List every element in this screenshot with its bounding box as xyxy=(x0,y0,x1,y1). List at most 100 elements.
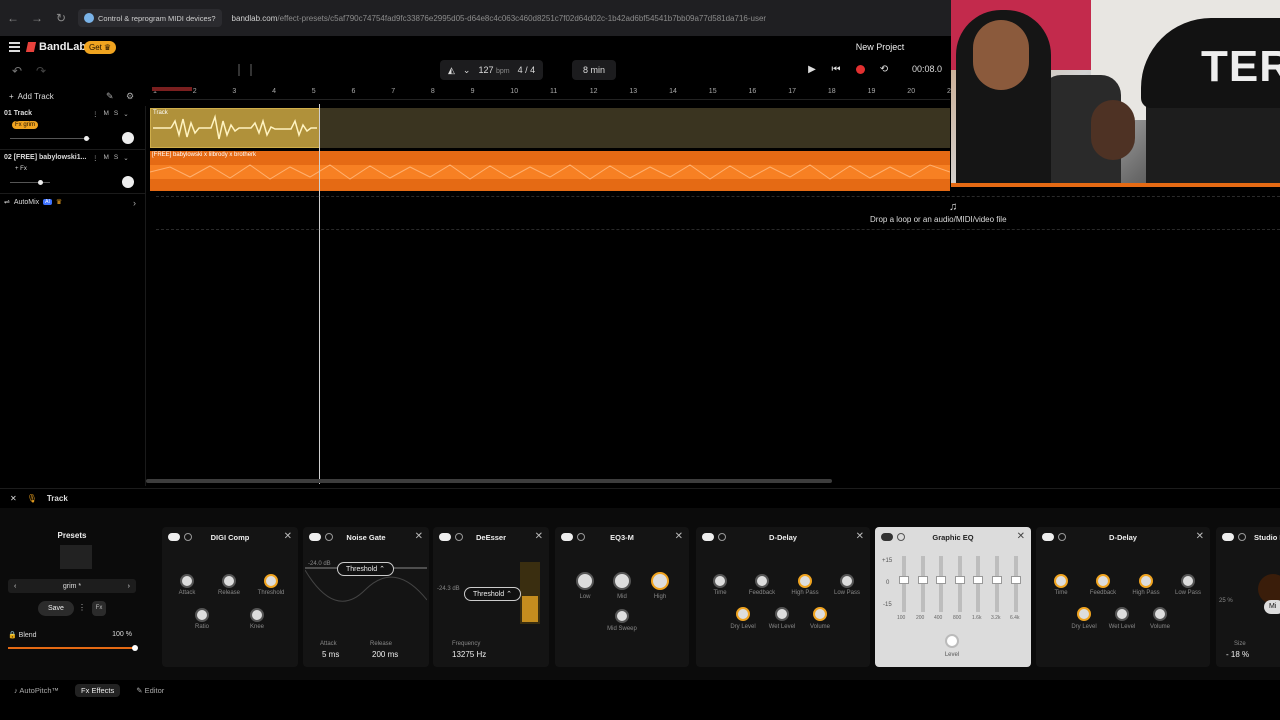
volume-knob[interactable] xyxy=(813,607,827,621)
dry-level-knob[interactable] xyxy=(1077,607,1091,621)
mute-button[interactable]: M xyxy=(104,110,109,118)
track-header[interactable]: 01 Track Fx grim ⋮ M S ⌄ xyxy=(0,106,146,150)
fader-handle[interactable] xyxy=(973,576,983,584)
fader-handle[interactable] xyxy=(918,576,928,584)
edit-icon[interactable]: ✎ xyxy=(106,91,114,102)
eq-band-fader[interactable] xyxy=(955,556,965,612)
close-icon[interactable]: ✕ xyxy=(856,531,864,542)
fader-handle[interactable] xyxy=(936,576,946,584)
save-preset-button[interactable]: Save xyxy=(38,601,74,616)
fx-icon[interactable]: Fx xyxy=(92,601,106,616)
fx-card-d-delay[interactable]: D-Delay ✕ xyxy=(696,527,870,667)
loop-icon[interactable]: ⟲ xyxy=(877,62,891,76)
volume-slider[interactable] xyxy=(10,180,50,185)
timeline-ruler[interactable]: 1 2 3 4 5 6 7 8 9 10 11 12 13 14 15 16 17 18 19 20 2 xyxy=(150,86,951,100)
eq-band-fader[interactable] xyxy=(973,556,983,612)
knee-knob[interactable] xyxy=(250,608,264,622)
more-icon[interactable]: ⋮ xyxy=(92,154,99,162)
tab-autopitch[interactable]: ♪ AutoPitch™ xyxy=(14,686,59,695)
mid-sweep-knob[interactable] xyxy=(615,609,629,623)
close-icon[interactable]: ✕ xyxy=(284,531,292,542)
back-icon[interactable]: ← xyxy=(6,11,20,25)
project-length[interactable]: 8 min xyxy=(572,60,616,80)
eq-band-fader[interactable] xyxy=(918,556,928,612)
solo-button[interactable]: S xyxy=(114,154,118,162)
fader-handle[interactable] xyxy=(1011,576,1021,584)
ratio-knob[interactable] xyxy=(195,608,209,622)
tab-editor[interactable]: ✎ Editor xyxy=(136,686,164,695)
volume-handle[interactable] xyxy=(84,136,89,141)
mute-button[interactable]: M xyxy=(104,154,109,162)
settings-icon[interactable]: ⚙ xyxy=(126,91,134,102)
automix-row[interactable]: ⇌ AutoMix AI ♛ xyxy=(4,198,62,207)
threshold-button[interactable]: Threshold ⌃ xyxy=(337,562,394,576)
volume-slider[interactable] xyxy=(10,136,90,141)
url-field[interactable]: bandlab.com/effect-presets/c5af790c74754… xyxy=(232,14,767,23)
eq-band-fader[interactable] xyxy=(936,556,946,612)
chevron-right-icon[interactable]: › xyxy=(133,198,136,208)
midi-extension-chip[interactable]: Control & reprogram MIDI devices? xyxy=(78,9,222,27)
pan-knob[interactable] xyxy=(122,176,134,188)
horizontal-scrollbar[interactable] xyxy=(146,479,832,483)
volume-knob[interactable] xyxy=(1153,607,1167,621)
low-pass-knob[interactable] xyxy=(1181,574,1195,588)
close-icon[interactable]: ✕ xyxy=(10,494,17,503)
add-track-button[interactable]: + Add Track xyxy=(9,92,54,101)
reload-icon[interactable]: ↻ xyxy=(54,11,68,25)
redo-icon[interactable]: ↷ xyxy=(36,64,46,78)
volume-handle[interactable] xyxy=(38,180,43,185)
blend-slider[interactable] xyxy=(8,645,138,651)
level-knob[interactable] xyxy=(945,634,959,648)
feedback-knob[interactable] xyxy=(755,574,769,588)
wet-level-knob[interactable] xyxy=(775,607,789,621)
project-title[interactable]: New Project xyxy=(840,42,920,52)
fx-badge[interactable]: Fx grim xyxy=(12,121,38,129)
track-name[interactable]: 02 [FREE] babylowski1... xyxy=(4,154,86,161)
blend-handle[interactable] xyxy=(132,645,138,651)
undo-icon[interactable]: ↶ xyxy=(12,64,22,78)
low-knob[interactable] xyxy=(576,572,594,590)
power-toggle[interactable] xyxy=(1222,533,1234,541)
attack-value[interactable]: 5 ms xyxy=(322,650,339,659)
preset-thumbnail[interactable] xyxy=(60,545,92,569)
info-icon[interactable] xyxy=(1238,533,1246,541)
eq-band-fader[interactable] xyxy=(899,556,909,612)
add-fx-button[interactable]: + Fx xyxy=(12,165,30,173)
high-knob[interactable] xyxy=(651,572,669,590)
time-signature[interactable]: 4 / 4 xyxy=(518,65,536,75)
low-pass-knob[interactable] xyxy=(840,574,854,588)
close-icon[interactable]: ✕ xyxy=(1017,531,1025,542)
fx-card-digi-comp[interactable]: DIGI Comp ✕ xyxy=(162,527,298,667)
high-pass-knob[interactable] xyxy=(798,574,812,588)
record-button[interactable] xyxy=(853,62,867,76)
loop-region[interactable] xyxy=(152,87,192,91)
threshold-button[interactable]: Threshold ⌃ xyxy=(464,587,521,601)
chevron-left-icon[interactable]: ‹ xyxy=(14,583,16,590)
pan-knob[interactable] xyxy=(122,132,134,144)
solo-button[interactable]: S xyxy=(114,110,118,118)
tempo-control[interactable]: ◭ ⌄ 127 bpm 4 / 4 xyxy=(440,60,544,80)
eq-band-fader[interactable] xyxy=(1011,556,1021,612)
metronome-icon[interactable]: ◭ xyxy=(448,65,455,76)
play-icon[interactable]: ▶ xyxy=(805,62,819,76)
eq-band-fader[interactable] xyxy=(992,556,1002,612)
chevron-down-icon[interactable]: ⌄ xyxy=(463,65,471,76)
close-icon[interactable]: ✕ xyxy=(535,531,543,542)
time-knob[interactable] xyxy=(1054,574,1068,588)
grid-icon[interactable] xyxy=(238,64,252,76)
fader-handle[interactable] xyxy=(899,576,909,584)
close-icon[interactable]: ✕ xyxy=(1196,531,1204,542)
more-icon[interactable]: ⋮ xyxy=(92,110,99,118)
audio-clip[interactable]: Track xyxy=(150,108,320,148)
fader-handle[interactable] xyxy=(992,576,1002,584)
release-value[interactable]: 200 ms xyxy=(372,650,398,659)
feedback-knob[interactable] xyxy=(1096,574,1110,588)
dry-level-knob[interactable] xyxy=(736,607,750,621)
chevron-right-icon[interactable]: › xyxy=(128,583,130,590)
drop-zone[interactable] xyxy=(156,196,1280,230)
playhead[interactable] xyxy=(319,104,320,484)
track-header[interactable]: 02 [FREE] babylowski1... + Fx ⋮ M S ⌄ xyxy=(0,150,146,194)
forward-icon[interactable]: → xyxy=(30,11,44,25)
preset-selector[interactable]: ‹ grim * › xyxy=(8,579,136,593)
mid-knob[interactable] xyxy=(613,572,631,590)
